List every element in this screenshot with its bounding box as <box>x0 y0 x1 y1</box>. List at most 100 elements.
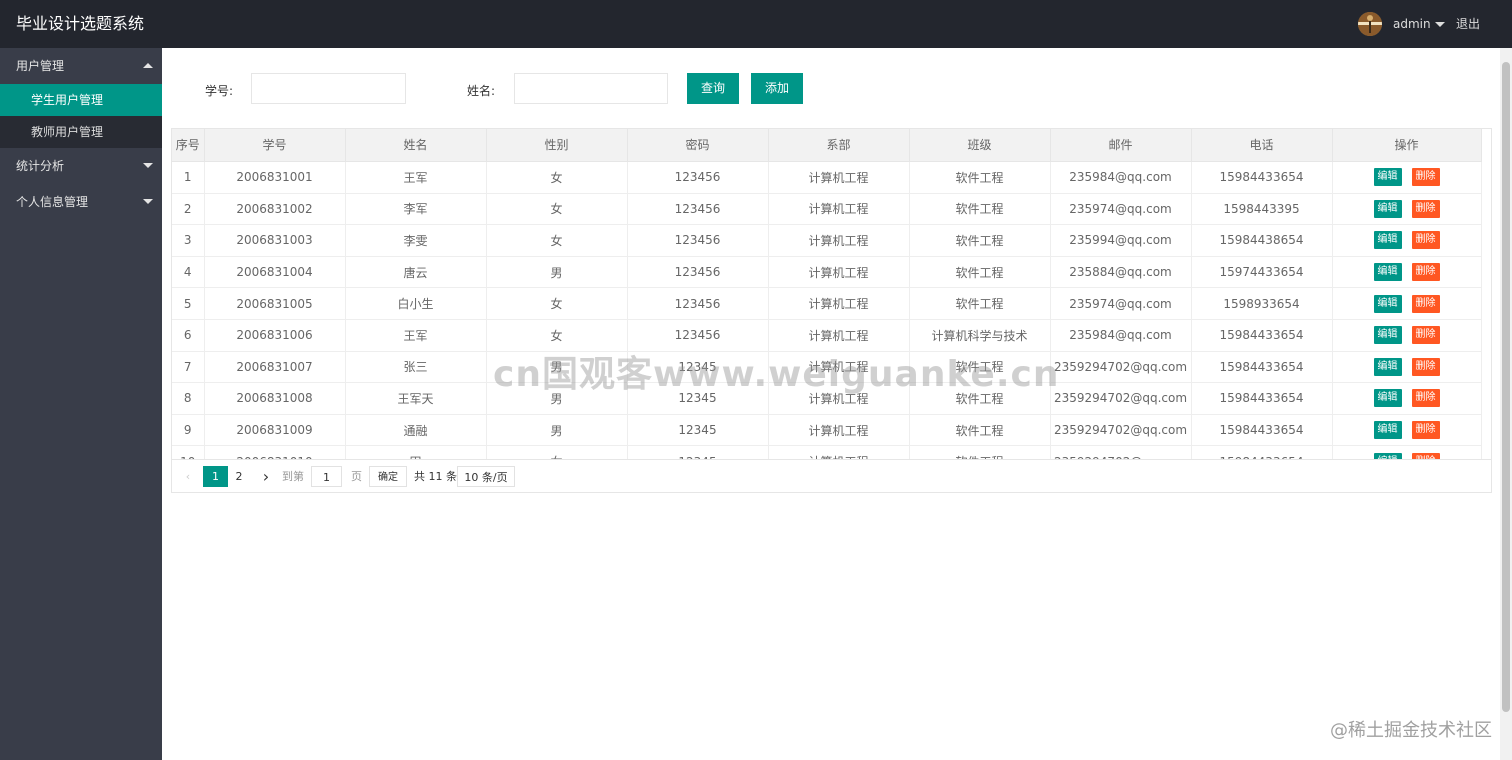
table-cell: 15984438654 <box>1191 224 1333 257</box>
table-cell: 男 <box>486 414 628 447</box>
table-cell: 6 <box>172 319 205 352</box>
user-avatar[interactable] <box>1358 12 1382 36</box>
table-body-scroll[interactable]: 1 2006831001 王军女 123456 计算机工程 软件工程 235984@qq.c… <box>172 161 1491 459</box>
sidebar-item-teacher-users[interactable]: 教师用户管理 <box>0 116 162 148</box>
table-cell: 2006831006 <box>204 319 346 352</box>
edit-button[interactable]: 编辑 <box>1373 199 1402 218</box>
table-cell: 123456 <box>627 256 769 289</box>
table-cell: 男 <box>486 256 628 289</box>
table-cell: 15984433654 <box>1191 382 1333 415</box>
delete-button[interactable]: 删除 <box>1411 263 1440 282</box>
delete-button[interactable]: 删除 <box>1411 231 1440 250</box>
goto-page-input[interactable]: 1 <box>311 466 342 487</box>
user-name: admin <box>1393 17 1431 31</box>
table-cell: 计算机工程 <box>768 445 910 459</box>
page-button-2[interactable]: 2 <box>228 466 250 487</box>
table-cell: 15984433654 <box>1191 161 1333 194</box>
edit-button[interactable]: 编辑 <box>1373 294 1402 313</box>
table-cell: 软件工程 <box>909 193 1051 226</box>
table-cell: 软件工程 <box>909 414 1051 447</box>
sidebar-group-statistics[interactable]: 统计分析 <box>0 148 162 184</box>
table-cell: 2006831004 <box>204 256 346 289</box>
table-cell: 王军 <box>345 319 487 352</box>
center-watermark: cn国观客www.weiguanke.cn <box>493 354 1060 395</box>
edit-button[interactable]: 编辑 <box>1373 389 1402 408</box>
column-header: 电话 <box>1191 129 1333 162</box>
delete-button[interactable]: 删除 <box>1411 389 1440 408</box>
top-header: 毕业设计选题系统 admin 退出 <box>0 0 1512 48</box>
column-header: 系部 <box>768 129 910 162</box>
edit-button[interactable]: 编辑 <box>1373 421 1402 440</box>
table-cell: 9 <box>172 414 205 447</box>
delete-button[interactable]: 删除 <box>1411 294 1440 313</box>
table-cell: 2006831008 <box>204 382 346 415</box>
table-cell: 计算机工程 <box>768 193 910 226</box>
name-input[interactable] <box>514 73 668 104</box>
caret-up-icon <box>143 63 153 68</box>
sidebar-group-label: 统计分析 <box>16 159 65 173</box>
actions-cell: 编辑删除 <box>1332 319 1482 352</box>
actions-cell: 编辑删除 <box>1332 224 1482 257</box>
actions-cell: 编辑删除 <box>1332 287 1482 320</box>
table-cell: 15984433654 <box>1191 445 1333 459</box>
table-cell: 2006831005 <box>204 287 346 320</box>
table-cell: 2006831007 <box>204 351 346 384</box>
page-scrollbar[interactable] <box>1500 48 1512 760</box>
chevron-right-icon[interactable]: › <box>258 466 274 487</box>
table-cell: 计算机工程 <box>768 256 910 289</box>
actions-cell: 编辑删除 <box>1332 256 1482 289</box>
actions-cell: 编辑删除 <box>1332 351 1482 384</box>
delete-button[interactable]: 删除 <box>1411 199 1440 218</box>
goto-confirm-button[interactable]: 确定 <box>369 466 407 487</box>
logout-link[interactable]: 退出 <box>1456 0 1480 48</box>
table-header: 序号 学号 姓名 性别 密码 系部 班级 邮件 电话 操作 <box>172 129 1482 162</box>
column-header: 操作 <box>1332 129 1482 162</box>
add-button[interactable]: 添加 <box>751 73 803 104</box>
table-cell: 123456 <box>627 161 769 194</box>
page-button-1[interactable]: 1 <box>203 466 228 487</box>
column-header: 邮件 <box>1050 129 1192 162</box>
page-scrollbar-thumb[interactable] <box>1502 62 1510 712</box>
actions-cell: 编辑删除 <box>1332 414 1482 447</box>
table-cell: 李军 <box>345 193 487 226</box>
table-cell: 123456 <box>627 287 769 320</box>
table-cell: 2006831010 <box>204 445 346 459</box>
table-cell: 2006831001 <box>204 161 346 194</box>
column-header: 姓名 <box>345 129 487 162</box>
table-cell: 王军天 <box>345 382 487 415</box>
edit-button[interactable]: 编辑 <box>1373 326 1402 345</box>
table-cell: 1 <box>172 161 205 194</box>
table-cell: 软件工程 <box>909 445 1051 459</box>
page-size-select[interactable]: 10 条/页 <box>457 466 515 487</box>
query-button[interactable]: 查询 <box>687 73 739 104</box>
edit-button[interactable]: 编辑 <box>1373 263 1402 282</box>
name-label: 姓名: <box>467 84 496 98</box>
delete-button[interactable]: 删除 <box>1411 452 1440 459</box>
sidebar: 用户管理 学生用户管理 教师用户管理 统计分析 个人信息管理 <box>0 48 162 760</box>
delete-button[interactable]: 删除 <box>1411 421 1440 440</box>
student-no-input[interactable] <box>251 73 406 104</box>
table-cell: 软件工程 <box>909 224 1051 257</box>
table-cell: 235984@qq.com <box>1050 319 1192 352</box>
table-cell: 235974@qq.com <box>1050 193 1192 226</box>
edit-button[interactable]: 编辑 <box>1373 231 1402 250</box>
sidebar-item-student-users[interactable]: 学生用户管理 <box>0 84 162 116</box>
user-menu[interactable]: admin <box>1393 0 1445 48</box>
sidebar-group-personal-info[interactable]: 个人信息管理 <box>0 184 162 220</box>
delete-button[interactable]: 删除 <box>1411 357 1440 376</box>
chevron-left-icon[interactable]: ‹ <box>180 466 196 487</box>
delete-button[interactable]: 删除 <box>1411 168 1440 187</box>
table-cell: 软件工程 <box>909 287 1051 320</box>
table-cell: 女 <box>486 161 628 194</box>
table-row: 9 2006831009 通融男 12345 计算机工程 软件工程 2359294702@q… <box>172 414 1482 447</box>
avatar-image <box>1358 12 1382 36</box>
delete-button[interactable]: 删除 <box>1411 326 1440 345</box>
goto-prefix: 到第 <box>282 470 304 483</box>
table-row: 1 2006831001 王军女 123456 计算机工程 软件工程 235984@qq.c… <box>172 161 1482 194</box>
edit-button[interactable]: 编辑 <box>1373 452 1402 459</box>
table-cell: 2359294702@qq.com <box>1050 382 1192 415</box>
edit-button[interactable]: 编辑 <box>1373 168 1402 187</box>
goto-suffix: 页 <box>351 470 362 483</box>
edit-button[interactable]: 编辑 <box>1373 357 1402 376</box>
sidebar-group-user-management[interactable]: 用户管理 <box>0 48 162 84</box>
